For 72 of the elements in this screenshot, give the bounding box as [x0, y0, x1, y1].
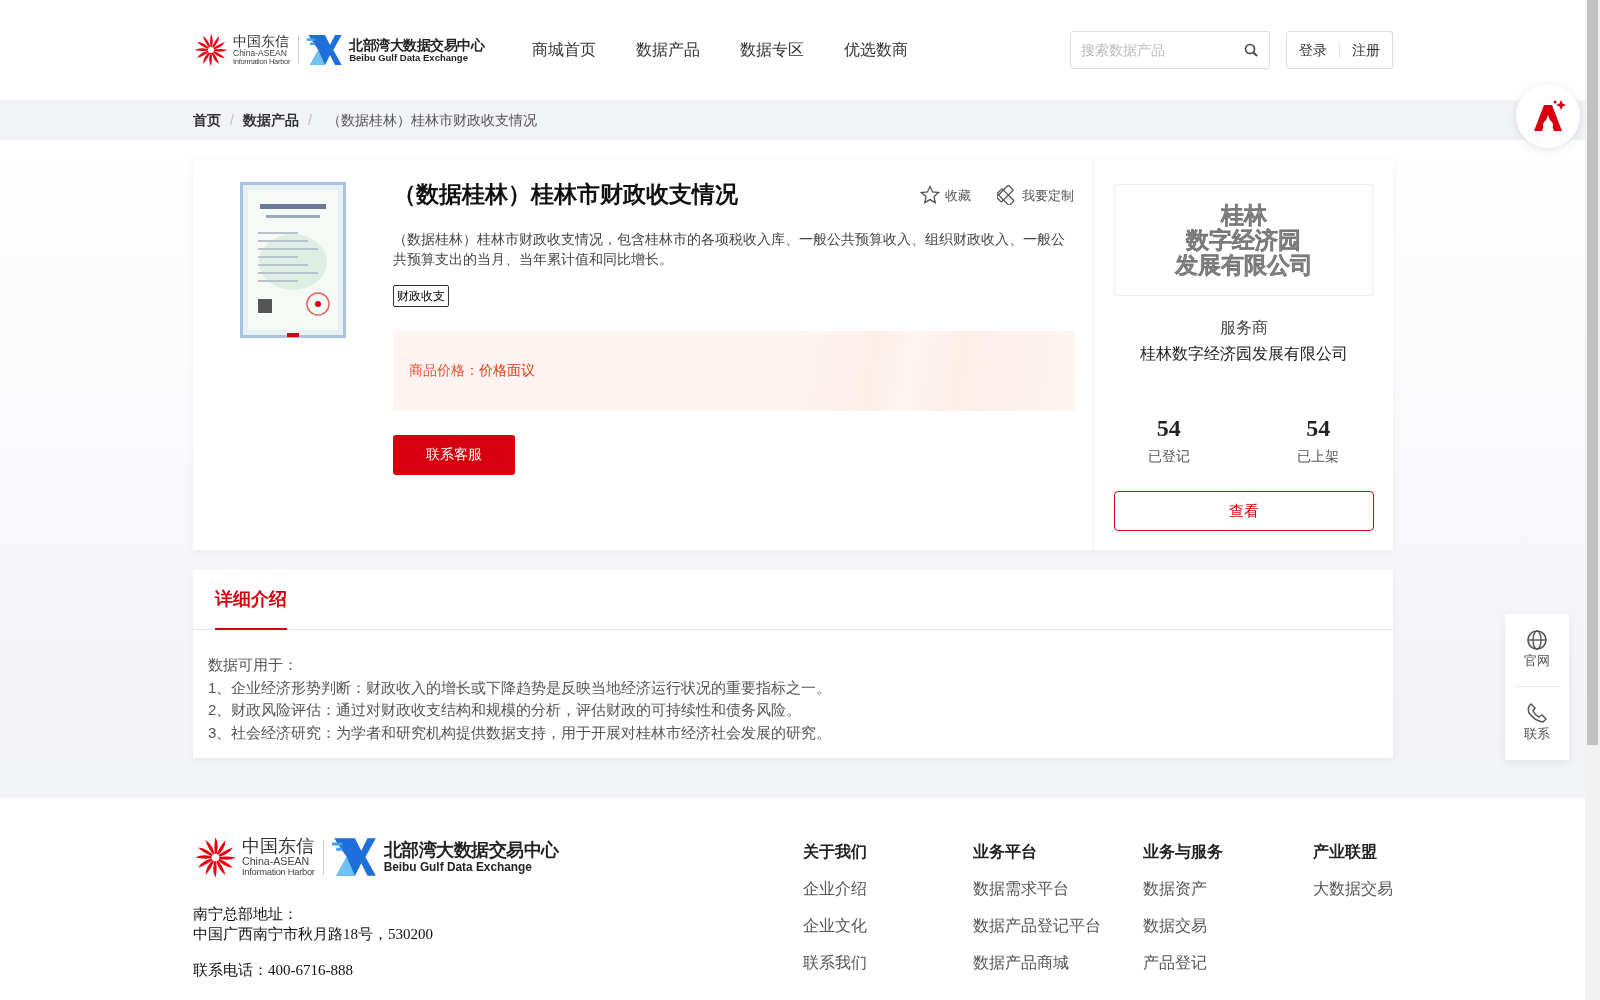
footer-link[interactable]: 大数据交易 — [1313, 877, 1393, 901]
logo-text: 发展有限公司 — [1174, 252, 1313, 278]
product-description: （数据桂林）桂林市财政收支情况，包含桂林市的各项税收入库、一般公共预算收入、组织财政收入、一般公共预算支出的当月、当年累计值和同比增长。 — [393, 229, 1066, 269]
contact-button[interactable]: 联系 — [1505, 687, 1569, 759]
logo-text: 数字经济园 — [1186, 227, 1301, 253]
breadcrumb-current: （数据桂林）桂林市财政收支情况 — [326, 110, 537, 130]
auth-link[interactable]: 登录 — [1299, 39, 1327, 61]
footer-link[interactable]: 数据需求平台 — [973, 877, 1143, 901]
footer-heading: 业务与服务 — [1143, 842, 1224, 862]
logo-text: Beibu Gulf Data Exchange — [349, 52, 468, 64]
phone-icon — [1526, 702, 1548, 725]
footer-link[interactable]: 数据资产 — [1143, 877, 1313, 901]
phone-text: 联系电话：400-6716-888 — [193, 961, 354, 980]
breadcrumb-separator: / — [230, 110, 234, 130]
nav-link[interactable]: 数据专区 — [740, 38, 805, 62]
footer-link[interactable]: 数据交易 — [1143, 914, 1313, 938]
product-title: （数据桂林）桂林市财政收支情况 — [393, 181, 738, 209]
breadcrumb-link[interactable]: 首页 — [193, 109, 221, 131]
stat-value: 54 — [1306, 414, 1331, 443]
provider-name: 桂林数字经济园发展有限公司 — [1138, 344, 1349, 364]
price-value: 价格面议 — [479, 361, 535, 380]
footer-link[interactable]: 数据产品登记平台 — [973, 914, 1143, 938]
breadcrumb-link[interactable]: 数据产品 — [242, 109, 299, 131]
logo-text: 北部湾大数据交易中心 — [349, 36, 485, 53]
footer-heading: 业务平台 — [973, 842, 1038, 862]
price-label: 商品价格： — [409, 361, 479, 380]
stat-value: 54 — [1156, 414, 1181, 443]
assistant-button[interactable] — [1516, 84, 1580, 148]
search-icon — [1244, 43, 1258, 57]
logo-text: 桂林 — [1220, 202, 1267, 228]
footer-link[interactable]: 产品登记 — [1143, 951, 1313, 975]
stat-label: 已上架 — [1297, 447, 1340, 466]
address-label: 南宁总部地址： — [193, 905, 299, 924]
search-field[interactable]: 搜索数据产品 — [1070, 31, 1270, 69]
flower-logo-icon — [193, 32, 229, 68]
breadcrumb-separator: / — [307, 110, 312, 130]
view-button[interactable]: 查看 — [1113, 491, 1374, 531]
scrollbar[interactable] — [1585, 0, 1600, 1000]
nav-link[interactable]: 数据产品 — [636, 38, 701, 62]
logo-text: 中国东信 — [233, 33, 290, 49]
nav-link[interactable]: 优选数商 — [844, 38, 909, 62]
logo-text: Information Harbor — [242, 866, 315, 878]
provider-role: 服务商 — [1218, 318, 1269, 338]
website-button[interactable]: 官网 — [1505, 614, 1569, 686]
detail-tab[interactable]: 详细介绍 — [215, 570, 287, 630]
footer-link[interactable]: 企业介绍 — [803, 877, 973, 901]
logo-text: China-ASEAN — [242, 856, 311, 867]
detail-line: 3、社会经济研究：为学者和研究机构提供数据支持，用于开展对桂林市经济社会发展的研究。 — [208, 722, 833, 743]
logo-text: China-ASEAN — [233, 49, 288, 58]
favorite-button[interactable]: 收藏 — [919, 184, 972, 207]
footer-heading: 关于我们 — [803, 842, 868, 862]
stat-label: 已登记 — [1147, 447, 1190, 466]
star-icon — [920, 185, 940, 206]
detail-line: 数据可用于： — [208, 655, 299, 675]
footer-heading: 产业联盟 — [1313, 842, 1378, 862]
footer-link[interactable]: 企业文化 — [803, 914, 973, 938]
logo-text: 中国东信 — [242, 836, 315, 857]
globe-icon — [1526, 629, 1548, 652]
logo-text: Beibu Gulf Data Exchange — [383, 860, 533, 874]
address-text: 中国广西南宁市秋月路18号，530200 — [193, 925, 434, 944]
contact-service-button[interactable]: 联系客服 — [393, 434, 515, 475]
flower-logo-icon — [193, 834, 238, 880]
detail-line: 1、企业经济形势判断：财政收入的增长或下降趋势是反映当地经济运行状况的重要指标之一。 — [208, 677, 833, 698]
footer-link[interactable]: 联系我们 — [803, 951, 973, 975]
logo-text: 北部湾大数据交易中心 — [383, 840, 559, 861]
footer-link[interactable]: 数据产品商城 — [973, 951, 1143, 975]
detail-line: 2、财政风险评估：通过对财政收支结构和规模的分析，评估财政的可持续性和债务风险。 — [208, 700, 803, 720]
product-tag: 财政收支 — [393, 284, 449, 307]
auth-link[interactable]: 注册 — [1352, 39, 1380, 61]
nav-link[interactable]: 商城首页 — [532, 38, 597, 62]
carousel-indicator[interactable] — [287, 333, 299, 337]
customize-button[interactable]: 我要定制 — [996, 184, 1075, 207]
